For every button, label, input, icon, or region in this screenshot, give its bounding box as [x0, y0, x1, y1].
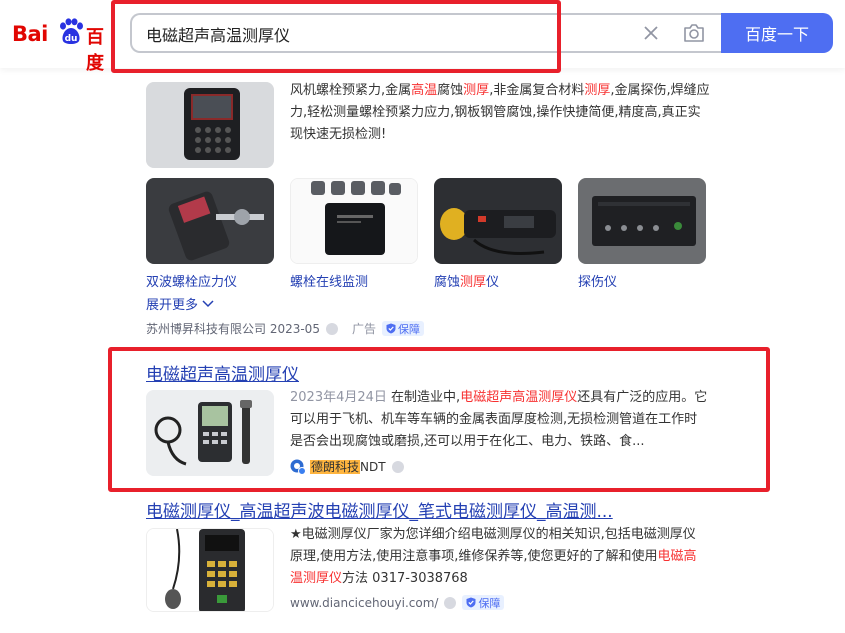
result-title-2[interactable]: 电磁测厚仪_高温超声波电磁测厚仪_笔式电磁测厚仪_高温测... [146, 497, 613, 522]
ad-main-image[interactable] [146, 82, 274, 168]
product-link-bolt-monitor[interactable]: 螺栓在线监测 [290, 271, 368, 290]
result-2-snippet: ★电磁测厚仪厂家为您详细介绍电磁测厚仪的相关知识,包括电磁测厚仪原理,使用方法,… [290, 527, 697, 586]
ad-company: 苏州博昇科技有限公司 2023-05 [146, 322, 320, 336]
source-name-suffix: NDT [360, 460, 386, 474]
ad-description: 风机螺栓预紧力,金属高温腐蚀测厚,非金属复合材料测厚,金属探伤,焊缝应力,轻松测… [290, 83, 710, 142]
paw-icon: du [60, 18, 83, 44]
guarantee-badge[interactable]: 保障 [381, 321, 424, 336]
logo-text-bai: Bai [12, 22, 48, 46]
product-image-bolt-monitor[interactable] [290, 178, 418, 264]
result-2-source: www.diancicehouyi.com/ 保障 [290, 595, 505, 610]
product-link-stress-meter[interactable]: 双波螺栓应力仪 [146, 271, 237, 290]
search-button[interactable]: 百度一下 [721, 13, 833, 53]
baidu-logo[interactable]: Bai du 百度 [12, 16, 116, 74]
site-logo-icon [290, 459, 306, 475]
product-image-corrosion-gauge[interactable] [434, 178, 562, 264]
result-1-snippet: 2023年4月24日 在制造业中,电磁超声高温测厚仪还具有广泛的应用。它可以用于… [290, 390, 708, 449]
logo-text-baidu: 百度 [86, 27, 104, 74]
chevron-down-icon [202, 299, 214, 307]
result-1-date: 2023年4月24日 [290, 390, 387, 405]
result-1-image[interactable] [146, 390, 274, 476]
expand-more-link[interactable]: 展开更多 [146, 294, 214, 313]
result-1-source[interactable]: 德朗科技NDT [290, 458, 404, 475]
camera-icon[interactable] [682, 22, 706, 44]
close-icon[interactable] [640, 22, 662, 44]
product-image-flaw-detector[interactable] [578, 178, 706, 264]
result-2-image[interactable] [146, 528, 274, 612]
logo-text-du: du [65, 34, 78, 44]
shield-check-icon [386, 323, 396, 334]
search-input[interactable] [146, 22, 626, 46]
ad-meta: 苏州博昇科技有限公司 2023-05 广告 保障 [146, 320, 424, 337]
product-link-flaw-detector[interactable]: 探伤仪 [578, 271, 617, 290]
info-dot-icon[interactable] [391, 460, 404, 473]
shield-check-icon [466, 597, 476, 608]
info-dot-icon[interactable] [444, 596, 457, 609]
result-title-1[interactable]: 电磁超声高温测厚仪 [146, 360, 299, 385]
product-link-corrosion-gauge[interactable]: 腐蚀测厚仪 [434, 271, 499, 290]
search-box [130, 13, 725, 53]
expand-more-label: 展开更多 [146, 298, 199, 313]
guarantee-badge[interactable]: 保障 [462, 595, 505, 610]
ad-label: 广告 [351, 322, 376, 336]
search-header: Bai du 百度 百度一下 [0, 0, 845, 74]
result-2-url[interactable]: www.diancicehouyi.com/ [290, 596, 438, 610]
source-name-highlight: 德朗科技 [310, 460, 361, 474]
info-dot-icon[interactable] [325, 322, 338, 335]
product-image-stress-meter[interactable] [146, 178, 274, 264]
